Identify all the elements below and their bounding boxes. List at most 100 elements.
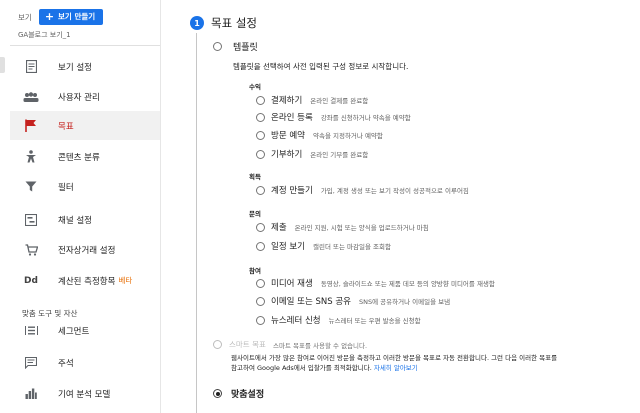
smart-goal-unavailable-note: 스마트 목표를 사용할 수 없습니다. — [273, 342, 368, 350]
option-radio[interactable] — [256, 185, 265, 195]
sidebar-item-label: 계산된 측정항목 — [58, 276, 116, 287]
sidebar-item-label: 세그먼트 — [58, 326, 90, 337]
option-label: 뉴스레터 신청 — [271, 316, 321, 326]
smart-goal-radio[interactable] — [213, 340, 222, 349]
view-selector[interactable]: GA블로그 보기_1 — [18, 30, 71, 40]
option-label: 기부하기 — [271, 150, 303, 160]
custom-radio[interactable] — [213, 389, 222, 398]
category-title-inquiry: 문의 — [249, 210, 261, 218]
option-label: 이메일 또는 SNS 공유 — [271, 297, 351, 307]
template-description: 템플릿을 선택하여 사전 입력된 구성 정보로 시작합니다. — [233, 62, 409, 71]
sidebar-item-user-management[interactable]: 사용자 관리 — [12, 82, 160, 111]
smart-goal-label: 스마트 목표 — [229, 340, 266, 349]
goal-option-email-sns-share[interactable]: 이메일 또는 SNS 공유 SNS에 공유하거나 이메일을 보냄 — [256, 295, 450, 307]
sidebar-item-content-grouping[interactable]: 콘텐츠 분류 — [12, 142, 160, 171]
divider — [10, 45, 160, 46]
option-radio[interactable] — [256, 278, 265, 288]
comment-icon — [22, 356, 40, 370]
option-description: 동영상, 슬라이드쇼 또는 제품 데모 등의 양방향 미디어를 재생함 — [320, 280, 495, 288]
option-label: 제출 — [271, 223, 287, 233]
option-radio[interactable] — [256, 112, 265, 122]
document-icon — [22, 60, 40, 74]
option-description: 온라인 결제를 완료함 — [310, 97, 369, 105]
option-radio[interactable] — [256, 296, 265, 306]
step-title: 목표 설정 — [211, 16, 257, 30]
custom-label: 맞춤설정 — [231, 390, 265, 400]
sidebar-item-label: 채널 설정 — [58, 215, 92, 226]
template-radio[interactable] — [213, 42, 222, 51]
sidebar-grip[interactable] — [0, 57, 5, 73]
sidebar-item-label: 기여 분석 모델 — [58, 389, 111, 400]
option-label: 계정 만들기 — [271, 186, 313, 196]
option-label: 결제하기 — [271, 96, 303, 106]
sidebar-item-channel-settings[interactable]: 채널 설정 — [12, 205, 160, 234]
option-radio[interactable] — [256, 95, 265, 105]
option-radio[interactable] — [256, 130, 265, 140]
option-label: 일정 보기 — [271, 242, 305, 252]
goal-option-view-schedule[interactable]: 일정 보기 캘린더 또는 마감일을 조회함 — [256, 240, 391, 252]
smart-goal-description-text: 참고하여 Google Ads에서 입찰가를 최적화합니다. — [231, 364, 374, 372]
channel-icon — [22, 213, 40, 227]
option-label: 미디어 재생 — [271, 279, 313, 289]
option-radio[interactable] — [256, 241, 265, 251]
option-radio[interactable] — [256, 315, 265, 325]
goal-setup-panel: 1 목표 설정 템플릿 템플릿을 선택하여 사전 입력된 구성 정보로 시작합니… — [161, 0, 640, 413]
sidebar-item-label: 목표 — [58, 121, 74, 132]
category-title-engagement: 참여 — [249, 267, 261, 275]
option-description: 가입, 계정 생성 또는 보기 작성이 성공적으로 이루어짐 — [320, 187, 469, 195]
smart-goal-description-line1: 웹사이트에서 가장 많은 참여로 이어진 방문을 측정하고 이러한 방문을 목표… — [231, 354, 558, 362]
option-radio[interactable] — [256, 222, 265, 232]
create-view-button[interactable]: + 보기 만들기 — [38, 9, 104, 25]
goal-option-visit-booking[interactable]: 방문 예약 약속을 지정하거나 예약함 — [256, 129, 383, 141]
sidebar-item-label: 사용자 관리 — [58, 92, 100, 103]
sidebar-item-filters[interactable]: 필터 — [12, 172, 160, 201]
sidebar-item-segments[interactable]: 세그먼트 — [12, 316, 160, 345]
sidebar-item-view-settings[interactable]: 보기 설정 — [12, 52, 160, 81]
flag-icon — [22, 119, 40, 133]
segment-icon — [22, 324, 40, 338]
beta-badge: 베타 — [118, 276, 133, 285]
sidebar-item-label: 보기 설정 — [58, 62, 92, 73]
view-label: 보기 — [18, 12, 32, 22]
sidebar-item-label: 전자상거래 설정 — [58, 245, 116, 256]
template-label: 템플릿 — [233, 43, 258, 53]
goal-option-newsletter-signup[interactable]: 뉴스레터 신청 뉴스레터 또는 우편 발송을 신청함 — [256, 314, 421, 326]
goal-option-online-registration[interactable]: 온라인 등록 강좌를 신청하거나 약속을 예약함 — [256, 111, 411, 123]
goal-option-create-account[interactable]: 계정 만들기 가입, 계정 생성 또는 보기 작성이 성공적으로 이루어짐 — [256, 184, 469, 196]
sidebar-item-label: 주석 — [58, 358, 74, 369]
learn-more-link[interactable]: 자세히 알아보기 — [374, 364, 418, 372]
sidebar-item-calculated-metrics[interactable]: Dd 계산된 측정항목 베타 — [12, 266, 160, 295]
goal-option-media-play[interactable]: 미디어 재생 동영상, 슬라이드쇼 또는 제품 데모 등의 양방향 미디어를 재… — [256, 277, 495, 289]
option-label: 방문 예약 — [271, 131, 305, 141]
step-number-badge: 1 — [190, 16, 204, 30]
option-description: 강좌를 신청하거나 약속을 예약함 — [320, 114, 411, 122]
dd-icon: Dd — [24, 275, 38, 286]
cart-icon — [22, 243, 40, 257]
filter-icon — [22, 180, 40, 194]
plus-icon: + — [44, 10, 55, 23]
sidebar-item-label: 콘텐츠 분류 — [58, 152, 100, 163]
create-view-label: 보기 만들기 — [58, 12, 96, 21]
view-header: 보기 + 보기 만들기 — [18, 9, 104, 25]
option-description: SNS에 공유하거나 이메일을 보냄 — [359, 298, 451, 306]
admin-sidebar: 보기 + 보기 만들기 GA블로그 보기_1 보기 설정 사용자 관리 목표 콘… — [0, 0, 161, 413]
sidebar-item-attribution-models[interactable]: 기여 분석 모델 — [12, 379, 160, 408]
sidebar-item-ecommerce-settings[interactable]: 전자상거래 설정 — [12, 235, 160, 264]
option-description: 캘린더 또는 마감일을 조회함 — [312, 243, 391, 251]
sidebar-item-goals[interactable]: 목표 — [10, 111, 160, 140]
category-title-acquisition: 획득 — [249, 173, 261, 181]
sidebar-item-label: 필터 — [58, 182, 74, 193]
goal-option-checkout[interactable]: 결제하기 온라인 결제를 완료함 — [256, 94, 368, 106]
category-title-revenue: 수익 — [249, 83, 261, 91]
option-radio[interactable] — [256, 149, 265, 159]
step-connector-line — [196, 33, 197, 413]
option-description: 뉴스레터 또는 우편 발송을 신청함 — [328, 317, 421, 325]
option-description: 온라인 기부를 완료함 — [310, 151, 369, 159]
option-description: 온라인 지원, 시험 또는 양식을 업로드하거나 마침 — [294, 224, 429, 232]
people-icon — [22, 90, 40, 104]
sidebar-item-annotations[interactable]: 주석 — [12, 348, 160, 377]
goal-option-submit[interactable]: 제출 온라인 지원, 시험 또는 양식을 업로드하거나 마침 — [256, 221, 429, 233]
smart-goal-description-line2: 참고하여 Google Ads에서 입찰가를 최적화합니다. 자세히 알아보기 — [231, 362, 418, 372]
goal-option-donate[interactable]: 기부하기 온라인 기부를 완료함 — [256, 148, 368, 160]
figure-icon — [22, 150, 40, 164]
